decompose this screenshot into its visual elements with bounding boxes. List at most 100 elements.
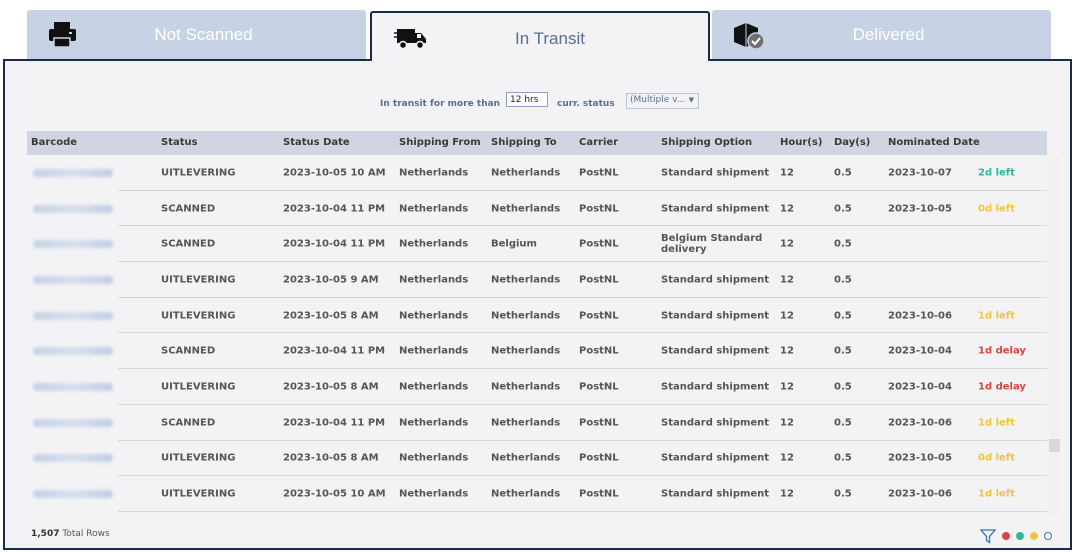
cell-status: SCANNED: [161, 203, 216, 215]
cell-to: Netherlands: [491, 452, 561, 464]
cell-to: Netherlands: [491, 417, 561, 429]
col-hours[interactable]: Hour(s): [780, 137, 822, 148]
tab-delivered-label: Delivered: [852, 25, 925, 44]
col-days[interactable]: Day(s): [834, 137, 870, 148]
barcode-redacted[interactable]: [33, 168, 113, 177]
cell-nominated: 2023-10-05: [888, 452, 952, 464]
cell-hours: 12: [780, 452, 794, 464]
cell-from: Netherlands: [399, 167, 469, 179]
cell-option: Standard shipment: [661, 310, 770, 322]
cell-carrier: PostNL: [579, 452, 619, 464]
vertical-scrollbar[interactable]: [1049, 155, 1060, 513]
cell-carrier: PostNL: [579, 488, 619, 500]
table-row[interactable]: UITLEVERING 2023-10-05 10 AM Netherlands Ne…: [27, 155, 1047, 191]
table-row[interactable]: UITLEVERING 2023-10-05 10 AM Netherlands Ne…: [27, 476, 1047, 512]
barcode-redacted[interactable]: [33, 347, 113, 356]
table-row[interactable]: UITLEVERING 2023-10-05 8 AM Netherlands Net…: [27, 441, 1047, 477]
cell-left: 1d left: [978, 417, 1015, 429]
cell-nominated: 2023-10-06: [888, 488, 952, 500]
cell-from: Netherlands: [399, 381, 469, 393]
barcode-redacted[interactable]: [33, 240, 113, 249]
tab-not-scanned[interactable]: Not Scanned: [27, 10, 366, 59]
cell-option: Standard shipment: [661, 345, 770, 357]
row-divider: [118, 510, 1047, 512]
cell-status: UITLEVERING: [161, 310, 236, 322]
cell-option: Standard shipment: [661, 417, 770, 429]
cell-to: Netherlands: [491, 381, 561, 393]
filter-bar: In transit for more than 12 hrs curr. st…: [5, 92, 1070, 116]
barcode-redacted[interactable]: [33, 204, 113, 213]
status-dropdown[interactable]: (Multiple v... ▼: [626, 93, 699, 109]
cell-from: Netherlands: [399, 274, 469, 286]
white-dot[interactable]: [1044, 532, 1052, 540]
barcode-redacted[interactable]: [33, 490, 113, 499]
cell-from: Netherlands: [399, 345, 469, 357]
cell-hours: 12: [780, 381, 794, 393]
table-row[interactable]: UITLEVERING 2023-10-05 9 AM Netherlands Net…: [27, 262, 1047, 298]
cell-to: Netherlands: [491, 488, 561, 500]
barcode-redacted[interactable]: [33, 418, 113, 427]
table-row[interactable]: SCANNED 2023-10-04 11 PM Netherlands Nether…: [27, 333, 1047, 370]
cell-hours: 12: [780, 274, 794, 286]
cell-carrier: PostNL: [579, 381, 619, 393]
cell-date: 2023-10-05 8 AM: [283, 452, 379, 464]
col-shipping-option[interactable]: Shipping Option: [661, 137, 752, 148]
cell-option: Standard shipment: [661, 488, 770, 500]
cell-status: UITLEVERING: [161, 167, 236, 179]
hours-threshold-input[interactable]: 12 hrs: [506, 92, 548, 107]
cell-carrier: PostNL: [579, 345, 619, 357]
tab-delivered[interactable]: Delivered: [712, 10, 1051, 59]
cell-carrier: PostNL: [579, 310, 619, 322]
total-rows-count: 1,507: [31, 529, 60, 539]
cell-date: 2023-10-05 9 AM: [283, 274, 379, 286]
cell-nominated: 2023-10-06: [888, 417, 952, 429]
table-row[interactable]: UITLEVERING 2023-10-05 8 AM Netherlands Net…: [27, 298, 1047, 334]
cell-hours: 12: [780, 417, 794, 429]
cell-date: 2023-10-04 11 PM: [283, 417, 386, 429]
green-dot[interactable]: [1016, 532, 1024, 540]
cell-to: Netherlands: [491, 274, 561, 286]
col-shipping-to[interactable]: Shipping To: [491, 137, 557, 148]
cell-days: 0.5: [834, 452, 852, 464]
cell-date: 2023-10-04 11 PM: [283, 203, 386, 215]
scrollbar-thumb[interactable]: [1049, 439, 1060, 452]
table-row[interactable]: UITLEVERING 2023-10-05 8 AM Netherlands Net…: [27, 369, 1047, 405]
col-barcode[interactable]: Barcode: [31, 137, 77, 148]
table-body: UITLEVERING 2023-10-05 10 AM Netherlands Ne…: [27, 155, 1047, 512]
cell-option: Standard shipment: [661, 203, 770, 215]
cell-date: 2023-10-05 10 AM: [283, 488, 386, 500]
tab-in-transit[interactable]: In Transit: [370, 11, 710, 61]
cell-days: 0.5: [834, 310, 852, 322]
table-row[interactable]: SCANNED 2023-10-04 11 PM Netherlands Nether…: [27, 191, 1047, 227]
cell-days: 0.5: [834, 417, 852, 429]
cell-days: 0.5: [834, 381, 852, 393]
cell-date: 2023-10-05 10 AM: [283, 167, 386, 179]
cell-option: Standard shipment: [661, 381, 770, 393]
table-row[interactable]: SCANNED 2023-10-04 11 PM Netherlands Nether…: [27, 405, 1047, 441]
cell-status: UITLEVERING: [161, 381, 236, 393]
total-rows: 1,507 Total Rows: [31, 529, 110, 539]
col-shipping-from[interactable]: Shipping From: [399, 137, 481, 148]
cell-left: 1d delay: [978, 381, 1026, 393]
red-dot[interactable]: [1002, 532, 1010, 540]
cell-status: SCANNED: [161, 238, 216, 250]
cell-carrier: PostNL: [579, 274, 619, 286]
barcode-redacted[interactable]: [33, 454, 113, 463]
cell-carrier: PostNL: [579, 203, 619, 215]
col-status[interactable]: Status: [161, 137, 198, 148]
cell-status: UITLEVERING: [161, 274, 236, 286]
col-nominated-date[interactable]: Nominated Date: [888, 137, 980, 148]
cell-from: Netherlands: [399, 452, 469, 464]
barcode-redacted[interactable]: [33, 311, 113, 320]
barcode-redacted[interactable]: [33, 275, 113, 284]
cell-option: Belgium Standard delivery: [661, 233, 763, 256]
funnel-icon[interactable]: [980, 528, 996, 544]
cell-hours: 12: [780, 345, 794, 357]
barcode-redacted[interactable]: [33, 382, 113, 391]
cell-nominated: 2023-10-05: [888, 203, 952, 215]
col-carrier[interactable]: Carrier: [579, 137, 618, 148]
table-row[interactable]: SCANNED 2023-10-04 11 PM Netherlands Belgiu…: [27, 226, 1047, 263]
cell-to: Netherlands: [491, 345, 561, 357]
yellow-dot[interactable]: [1030, 532, 1038, 540]
col-status-date[interactable]: Status Date: [283, 137, 350, 148]
